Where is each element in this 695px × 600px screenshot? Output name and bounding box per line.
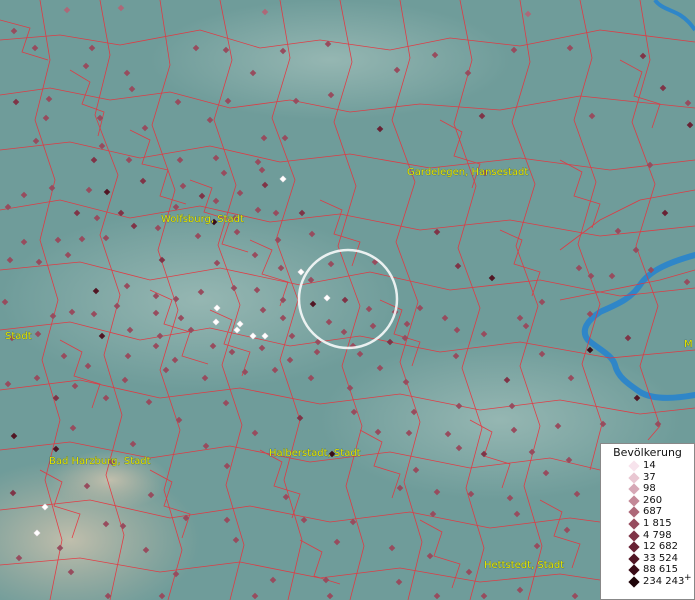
legend-item: 1 815 <box>601 518 694 530</box>
legend-swatch <box>628 553 640 565</box>
legend-item: 12 682 <box>601 541 694 553</box>
legend-swatch <box>628 483 640 495</box>
legend-rows: 14 37 98 260 687 1 815 4 798 12 682 33 524 88 615… <box>601 460 694 588</box>
terrain-light-patch <box>150 0 510 120</box>
legend-item: 98 <box>601 483 694 495</box>
legend-value: 4 798 <box>643 529 672 541</box>
legend-value: 687 <box>643 506 663 518</box>
legend-value: 14 <box>643 460 656 471</box>
legend-value: 88 615 <box>643 564 678 576</box>
legend-item: 4 798 <box>601 530 694 542</box>
city-label-gardelegen: Gardelegen, Hansestadt <box>407 167 528 178</box>
legend-item: 260 <box>601 495 694 507</box>
legend-swatch <box>628 471 640 484</box>
legend-value: 12 682 <box>643 541 678 553</box>
city-label-left-stadt: Stadt <box>5 331 32 342</box>
legend-swatch <box>628 460 640 472</box>
legend-value: 1 815 <box>643 517 672 529</box>
city-label-bad-harzburg: Bad Harzburg, Stadt <box>49 456 151 467</box>
legend-title: Bevölkerung <box>613 446 682 459</box>
city-label-halberstadt: Halberstadt, Stadt <box>269 448 361 459</box>
legend-value: 98 <box>643 483 656 495</box>
legend-swatch <box>628 529 640 542</box>
city-label-right-m: M <box>684 339 693 350</box>
legend-overflow-mark: + <box>684 572 692 583</box>
legend-value: 33 524 <box>643 552 678 564</box>
population-legend: Bevölkerung 14 37 98 260 687 1 815 4 798 12 682… <box>600 443 695 600</box>
legend-value: 37 <box>643 471 656 483</box>
legend-swatch <box>628 495 640 507</box>
legend-item: 234 243 + <box>601 572 694 588</box>
legend-item: 687 <box>601 506 694 519</box>
legend-swatch <box>628 518 640 530</box>
legend-swatch <box>628 506 640 519</box>
legend-swatch <box>628 576 640 588</box>
map[interactable]: Gardelegen, Hansestadt Wolfsburg, Stadt … <box>0 0 695 600</box>
legend-item: 88 615 <box>601 564 694 577</box>
legend-value: 260 <box>643 494 663 506</box>
city-label-wolfsburg: Wolfsburg, Stadt <box>161 214 244 225</box>
legend-item: 33 524 <box>601 553 694 565</box>
legend-swatch <box>628 564 640 577</box>
city-label-hettstedt: Hettstedt, Stadt <box>484 560 564 571</box>
legend-swatch <box>628 541 640 553</box>
legend-value: 234 243 <box>643 575 685 587</box>
legend-item: 14 <box>601 460 694 472</box>
legend-item: 37 <box>601 472 694 484</box>
